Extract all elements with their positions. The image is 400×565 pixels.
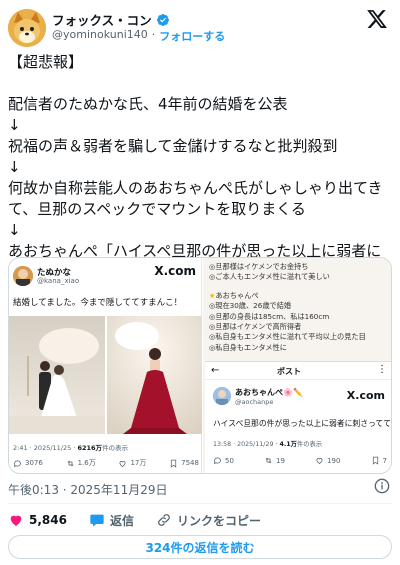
embedded-bookmark-stat: 7548 <box>169 458 199 468</box>
reply-icon <box>213 457 221 465</box>
nested-reply-stat: 50 <box>213 456 234 465</box>
copy-link-button[interactable]: リンクをコピー <box>156 512 261 529</box>
embedded-like-stat: 17万 <box>118 458 146 468</box>
post-timestamp[interactable]: 午後0:13 · 2025年11月29日 <box>8 481 167 498</box>
fact-line: ◎現在30歳、26歳で結婚 <box>209 301 292 311</box>
fact-line: ◎旦那の身長は185cm、私は160cm <box>209 311 330 321</box>
embedded-post-text: 結婚してました。今まで隠しててすまんこ！ <box>13 298 183 308</box>
info-icon[interactable] <box>374 478 390 494</box>
facts-panel: ◎旦那様はイケメンでお金持ち ◎ご本人もエンタメ性に溢れて美しい ★あおちゃんぺ… <box>203 258 392 473</box>
wedding-photo-1 <box>9 316 105 434</box>
nested-post-text: ハイスペ旦那の件が思った以上に弱者に刺さってて草 <box>213 419 392 428</box>
fact-line: ◎私自身もエンタメ性に溢れて平均以上の見た目 <box>209 332 366 342</box>
tweet-header: フォックス・コン @yominokuni140 · フォローする <box>0 0 400 50</box>
reply-button[interactable]: 返信 <box>89 512 134 529</box>
embedded-author-handle: @kana_xiao <box>37 277 80 285</box>
tweet-text: 【超悲報】 配信者のたぬかな氏、4年前の結婚を公表 ↓ 祝福の声＆弱者を騙して金… <box>8 53 383 281</box>
fact-line: ◎旦那はイケメンで高所得者 <box>209 322 302 332</box>
fact-line: ◎私自身もエンタメ性に <box>209 342 287 352</box>
repost-icon <box>265 457 272 464</box>
nested-post-title: ポスト <box>277 367 301 376</box>
xcom-watermark: X.com <box>346 389 385 402</box>
separator-dot: · <box>151 28 156 41</box>
verified-badge-icon <box>156 13 169 26</box>
read-replies-button[interactable]: 324件の返信を読む <box>8 535 392 559</box>
fact-line: ◎ご本人もエンタメ性に溢れて美しい <box>209 272 330 282</box>
nested-like-stat: 190 <box>315 456 340 465</box>
embedded-post-time: 2:41 · 2025/11/25 · 6216万件の表示 <box>13 444 129 452</box>
like-count: 5,846 <box>29 513 67 527</box>
nested-post-bar: ← ポスト ⋮ <box>205 362 391 380</box>
reply-icon <box>90 514 104 527</box>
user-handle[interactable]: @yominokuni140 <box>52 28 148 44</box>
like-button[interactable]: 5,846 <box>8 512 67 528</box>
embedded-repost-stat: 1.6万 <box>66 458 96 468</box>
link-icon <box>158 514 170 526</box>
x-logo-icon[interactable] <box>366 8 388 30</box>
display-name[interactable]: フォックス・コン <box>52 10 152 29</box>
nested-post: ← ポスト ⋮ あおちゃんぺ🌸✏️ @aochanpe X.com ハイスペ旦那… <box>205 361 392 473</box>
reply-label: 返信 <box>109 513 134 528</box>
nested-post-actions: 50 19 190 7 <box>213 456 387 465</box>
action-bar: 5,846 返信 リンクをコピー <box>8 510 283 530</box>
heart-icon <box>10 515 22 526</box>
back-arrow-icon: ← <box>211 365 220 376</box>
bookmark-icon <box>171 459 177 468</box>
embedded-reply-stat: 3076 <box>13 458 43 468</box>
copy-link-label: リンクをコピー <box>176 513 261 528</box>
embedded-avatar <box>13 266 33 286</box>
nested-bookmark-stat: 7 <box>371 456 387 465</box>
embedded-post-actions: 3076 1.6万 17万 7548 <box>13 458 199 468</box>
nested-repost-stat: 19 <box>264 456 285 465</box>
repost-icon <box>67 460 73 466</box>
facts-list: ◎旦那様はイケメンでお金持ち ◎ご本人もエンタメ性に溢れて美しい ★あおちゃんぺ… <box>209 262 389 353</box>
embedded-post-left: たぬかな @kana_xiao X.com 結婚してました。今まで隠しててすまん… <box>9 258 202 473</box>
heart-icon <box>316 458 323 464</box>
fact-line: ◎旦那様はイケメンでお金持ち <box>209 262 309 271</box>
nested-avatar <box>213 387 231 405</box>
tweet-media[interactable]: たぬかな @kana_xiao X.com 結婚してました。今まで隠しててすまん… <box>8 257 392 474</box>
divider <box>8 503 392 504</box>
follow-link[interactable]: フォローする <box>159 28 225 44</box>
nested-author-handle: @aochanpe <box>235 398 274 406</box>
xcom-watermark: X.com <box>154 264 196 278</box>
nested-author-name: あおちゃんぺ🌸✏️ <box>235 388 303 397</box>
more-icon: ⋮ <box>377 364 387 375</box>
avatar[interactable] <box>8 9 46 47</box>
reply-icon <box>13 460 21 467</box>
wedding-photo-2 <box>107 316 202 434</box>
fact-heading: ★あおちゃんぺ <box>209 290 259 300</box>
nested-post-time: 13:58 · 2025/11/29 · 4.1万件の表示 <box>213 441 323 448</box>
bookmark-icon <box>372 456 378 465</box>
heart-icon <box>119 460 126 467</box>
